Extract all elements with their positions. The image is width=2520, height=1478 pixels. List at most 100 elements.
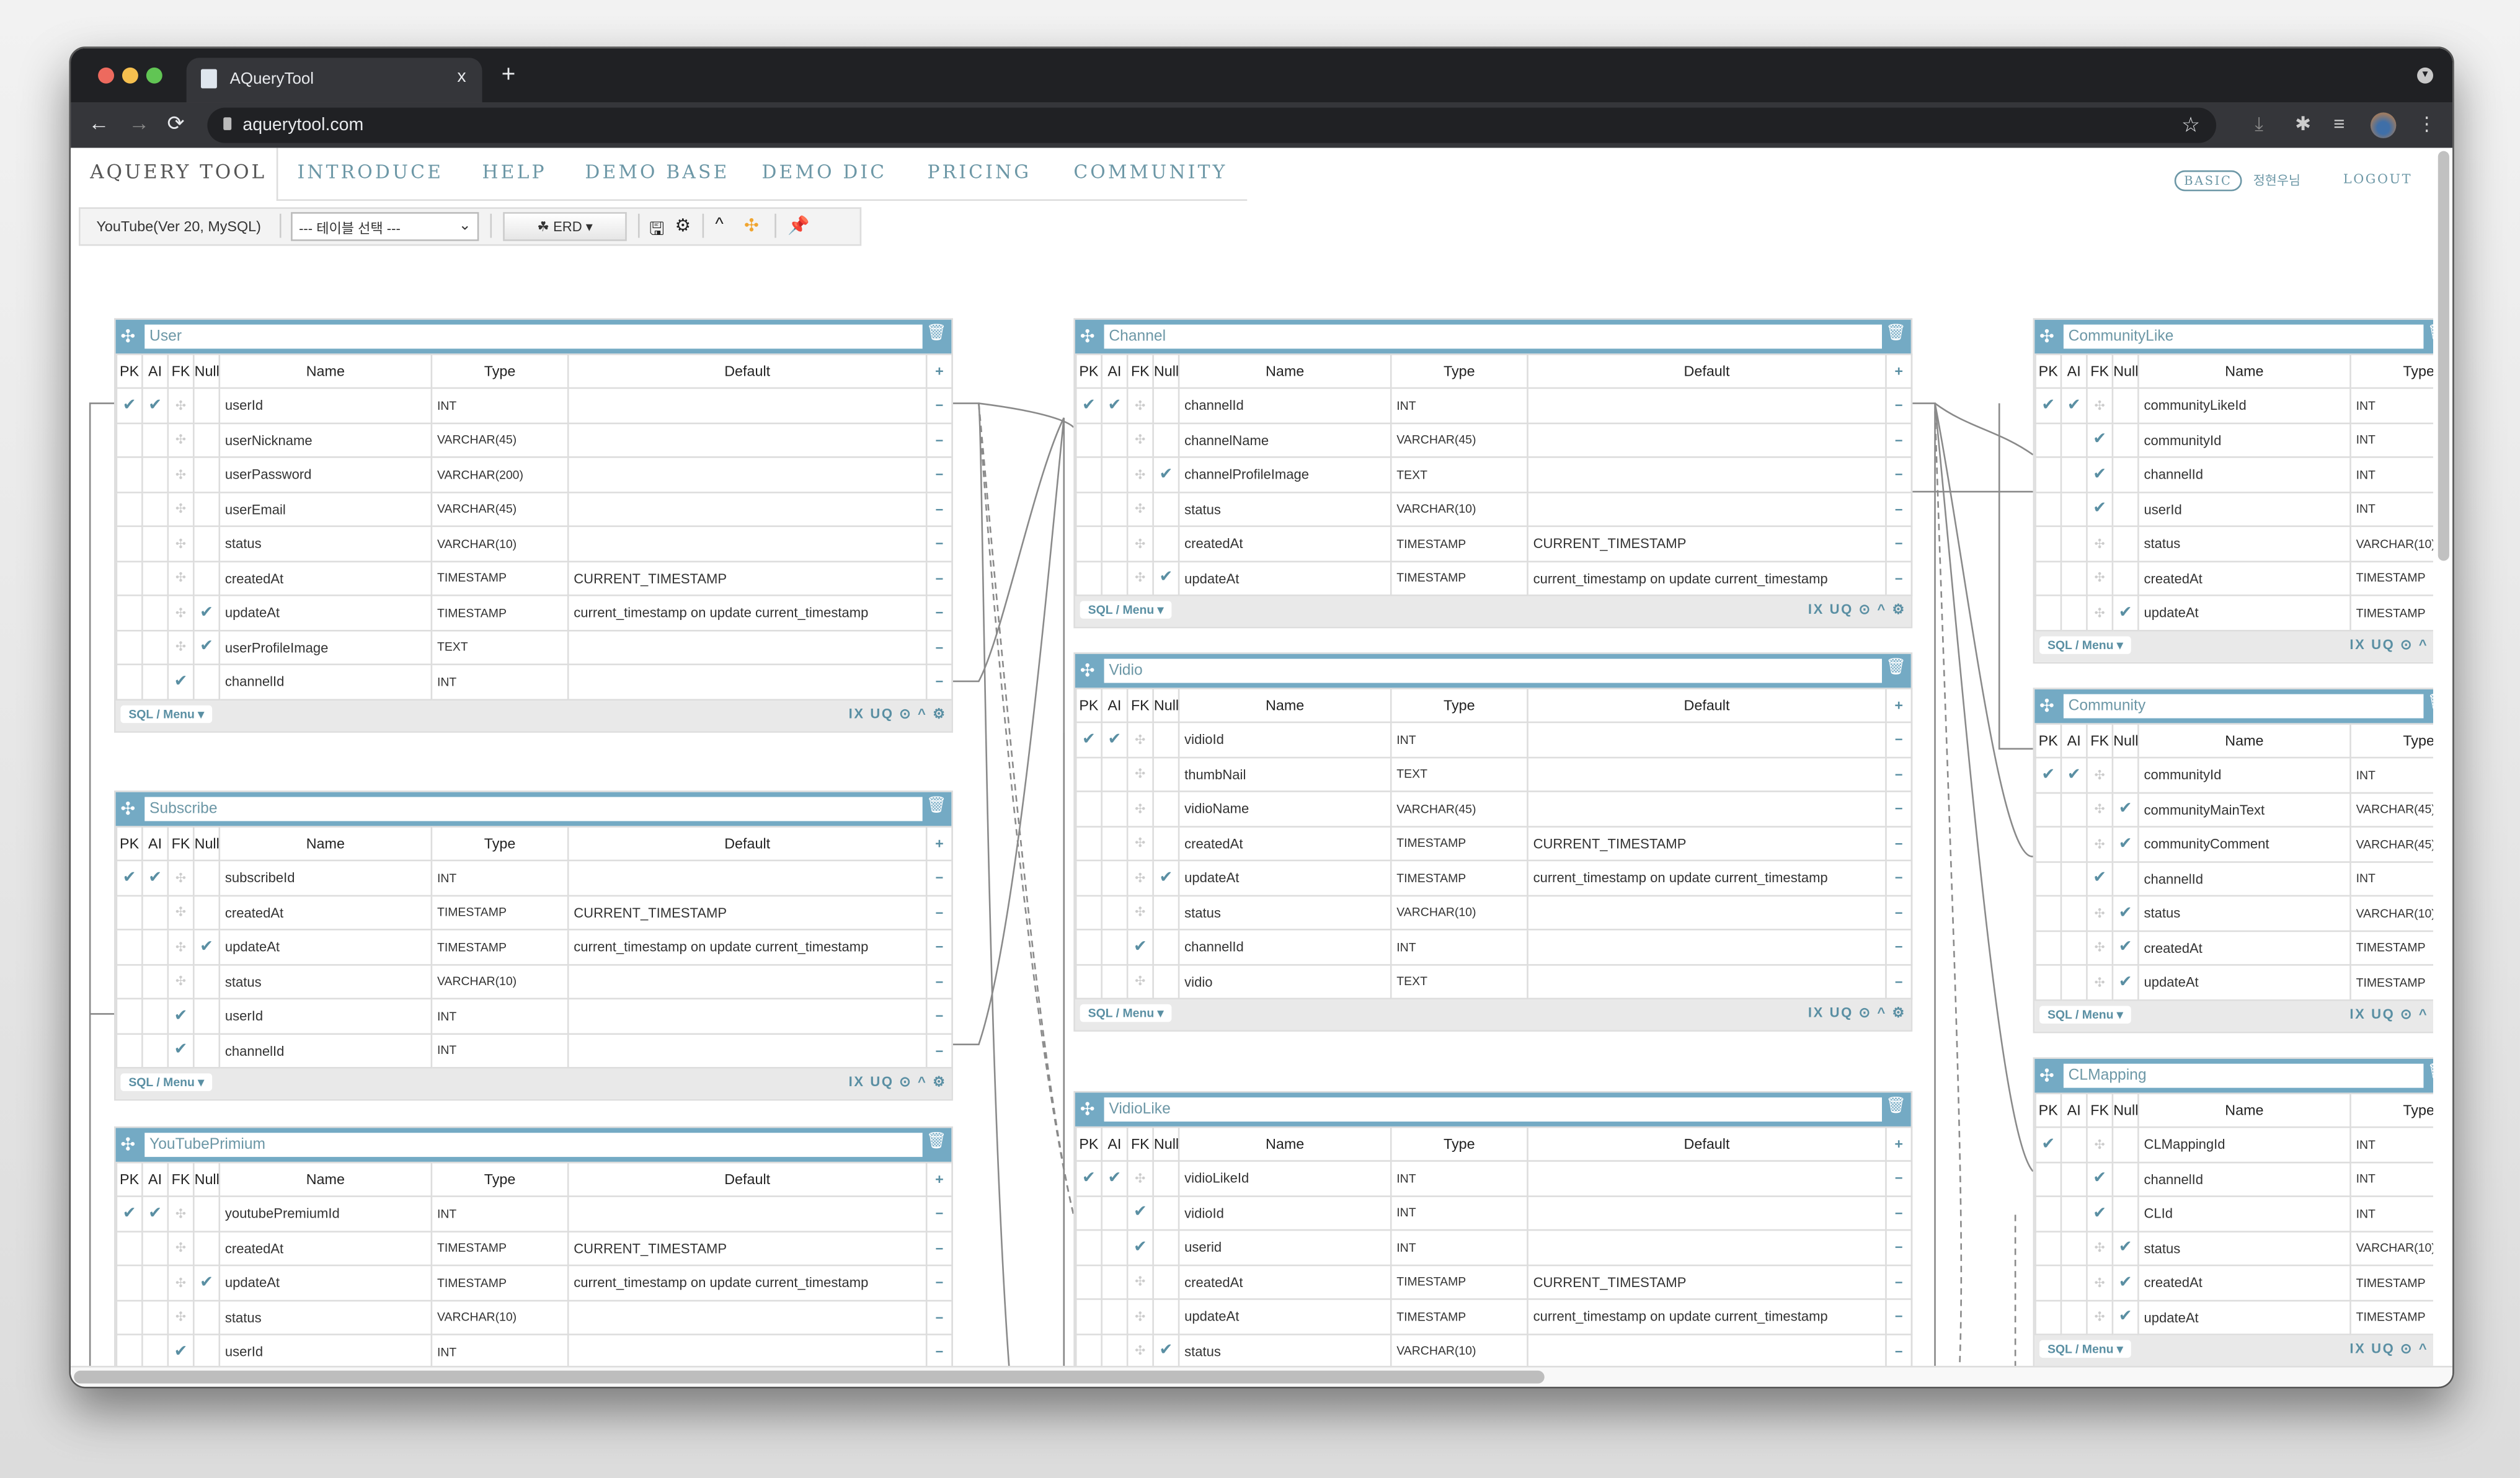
column-type[interactable]: TIMESTAMP bbox=[430, 929, 569, 965]
fk-checkbox[interactable]: ✔ bbox=[1126, 1229, 1154, 1266]
column-type[interactable]: VARCHAR(10) bbox=[430, 525, 569, 562]
download-icon[interactable]: ⤓ bbox=[2255, 112, 2263, 136]
remove-column-icon[interactable]: − bbox=[925, 1334, 953, 1370]
column-name[interactable]: updateAt bbox=[1178, 1298, 1392, 1335]
drag-row-handle[interactable]: ✣ bbox=[167, 456, 195, 493]
column-type[interactable]: INT bbox=[430, 1032, 569, 1069]
pk-checkbox[interactable] bbox=[2034, 525, 2062, 562]
pk-checkbox[interactable]: ✔ bbox=[115, 387, 143, 423]
column-default[interactable] bbox=[567, 387, 928, 423]
delete-table-icon[interactable]: 🗑 bbox=[1886, 659, 1906, 677]
column-name[interactable]: channelId bbox=[218, 663, 433, 700]
move-table-icon[interactable]: ✣ bbox=[120, 799, 135, 820]
move-table-icon[interactable]: ✣ bbox=[2039, 696, 2054, 717]
add-column-icon[interactable]: + bbox=[925, 1161, 953, 1197]
column-default[interactable]: current_timestamp on update current_time… bbox=[1527, 859, 1887, 896]
add-column-icon[interactable]: + bbox=[925, 826, 953, 862]
null-checkbox[interactable] bbox=[2111, 860, 2139, 897]
null-checkbox[interactable] bbox=[1152, 825, 1180, 862]
ai-checkbox[interactable] bbox=[1101, 894, 1129, 931]
ai-checkbox[interactable] bbox=[1101, 1195, 1129, 1231]
column-name[interactable]: userId bbox=[218, 998, 433, 1034]
column-name[interactable]: updateAt bbox=[2137, 594, 2351, 631]
drag-row-handle[interactable]: ✣ bbox=[1126, 859, 1154, 896]
ai-checkbox[interactable] bbox=[141, 629, 169, 665]
column-default[interactable] bbox=[567, 629, 928, 665]
drag-row-handle[interactable]: ✣ bbox=[167, 1230, 195, 1267]
column-type[interactable]: VARCHAR(10) bbox=[2349, 895, 2433, 931]
null-checkbox[interactable] bbox=[1152, 963, 1180, 1000]
pk-checkbox[interactable] bbox=[115, 998, 143, 1034]
column-type[interactable]: VARCHAR(45) bbox=[2349, 826, 2433, 862]
ai-checkbox[interactable]: ✔ bbox=[141, 859, 169, 896]
column-name[interactable]: updateAt bbox=[2137, 1299, 2351, 1335]
column-name[interactable]: communityMainText bbox=[2137, 791, 2351, 828]
drag-row-handle[interactable]: ✣ bbox=[1126, 756, 1154, 792]
fk-checkbox[interactable]: ✔ bbox=[167, 663, 195, 700]
ai-checkbox[interactable]: ✔ bbox=[2060, 387, 2088, 423]
column-name[interactable]: createdAt bbox=[2137, 1264, 2351, 1301]
column-default[interactable]: current_timestamp on update current_time… bbox=[567, 1264, 928, 1301]
drag-row-handle[interactable]: ✣ bbox=[167, 422, 195, 458]
erd-table-user[interactable]: ✣ User 🗑 PK AI FK Null Name Type Default + ✔ ✔ ✣ use… bbox=[114, 318, 953, 732]
pk-checkbox[interactable] bbox=[115, 525, 143, 562]
column-type[interactable]: VARCHAR(45) bbox=[1390, 422, 1528, 458]
user-name[interactable]: 정현우님 bbox=[2253, 172, 2300, 190]
column-name[interactable]: updateAt bbox=[1178, 859, 1392, 896]
remove-column-icon[interactable]: − bbox=[1885, 456, 1913, 493]
drag-row-handle[interactable]: ✣ bbox=[2086, 594, 2114, 631]
null-checkbox[interactable] bbox=[2111, 456, 2139, 493]
column-name[interactable]: userPassword bbox=[218, 456, 433, 493]
sql-menu-button[interactable]: SQL / Menu ▾ bbox=[120, 1073, 213, 1091]
column-default[interactable]: CURRENT_TIMESTAMP bbox=[567, 894, 928, 931]
column-type[interactable]: TIMESTAMP bbox=[1390, 825, 1528, 862]
pk-checkbox[interactable]: ✔ bbox=[2034, 387, 2062, 423]
ai-checkbox[interactable] bbox=[1101, 756, 1129, 792]
table-name-input[interactable]: CLMapping bbox=[2063, 1063, 2424, 1088]
column-name[interactable]: vidioId bbox=[1178, 721, 1392, 758]
ai-checkbox[interactable] bbox=[1101, 525, 1129, 562]
nav-pricing[interactable]: PRICING bbox=[927, 161, 1031, 183]
null-checkbox[interactable] bbox=[2111, 560, 2139, 596]
delete-table-icon[interactable]: 🗑 bbox=[2427, 325, 2433, 343]
null-checkbox[interactable]: ✔ bbox=[1152, 1332, 1180, 1370]
column-default[interactable]: current_timestamp on update current_time… bbox=[1527, 560, 1887, 596]
column-name[interactable]: channelId bbox=[1178, 929, 1392, 965]
ai-checkbox[interactable] bbox=[1101, 1298, 1129, 1335]
fk-checkbox[interactable]: ✔ bbox=[2086, 1161, 2114, 1197]
pk-checkbox[interactable] bbox=[115, 422, 143, 458]
column-name[interactable]: createdAt bbox=[1178, 825, 1392, 862]
ai-checkbox[interactable] bbox=[1101, 859, 1129, 896]
column-default[interactable] bbox=[567, 663, 928, 700]
move-table-icon[interactable]: ✣ bbox=[2039, 1065, 2054, 1086]
remove-column-icon[interactable]: − bbox=[1885, 859, 1913, 896]
ai-checkbox[interactable] bbox=[2060, 895, 2088, 931]
forward-icon[interactable]: → bbox=[128, 111, 149, 135]
column-default[interactable] bbox=[1527, 456, 1887, 493]
remove-column-icon[interactable]: − bbox=[1885, 1160, 1913, 1197]
column-name[interactable]: communityId bbox=[2137, 422, 2351, 458]
column-name[interactable]: userId bbox=[218, 387, 433, 423]
column-default[interactable] bbox=[1527, 387, 1887, 423]
pin-icon[interactable]: 📌 bbox=[788, 215, 810, 236]
ai-checkbox[interactable] bbox=[1101, 790, 1129, 827]
pk-checkbox[interactable] bbox=[2034, 964, 2062, 1001]
ai-checkbox[interactable] bbox=[2060, 791, 2088, 828]
ai-checkbox[interactable] bbox=[1101, 456, 1129, 493]
ai-checkbox[interactable] bbox=[141, 998, 169, 1034]
ai-checkbox[interactable] bbox=[2060, 826, 2088, 862]
column-default[interactable]: CURRENT_TIMESTAMP bbox=[567, 1230, 928, 1267]
drag-row-handle[interactable]: ✣ bbox=[1126, 490, 1154, 528]
column-default[interactable] bbox=[567, 525, 928, 562]
column-name[interactable]: status bbox=[1178, 894, 1392, 931]
minimize-window-button[interactable] bbox=[122, 67, 138, 84]
nav-introduce[interactable]: INTRODUCE bbox=[297, 161, 443, 183]
ai-checkbox[interactable] bbox=[2060, 1264, 2088, 1301]
table-name-input[interactable]: Subscribe bbox=[144, 797, 923, 821]
drag-row-handle[interactable]: ✣ bbox=[167, 560, 195, 596]
null-checkbox[interactable]: ✔ bbox=[1152, 456, 1180, 493]
column-type[interactable]: INT bbox=[2349, 756, 2433, 794]
pk-checkbox[interactable] bbox=[115, 963, 143, 1000]
ai-checkbox[interactable]: ✔ bbox=[141, 387, 169, 423]
ai-checkbox[interactable] bbox=[141, 422, 169, 458]
